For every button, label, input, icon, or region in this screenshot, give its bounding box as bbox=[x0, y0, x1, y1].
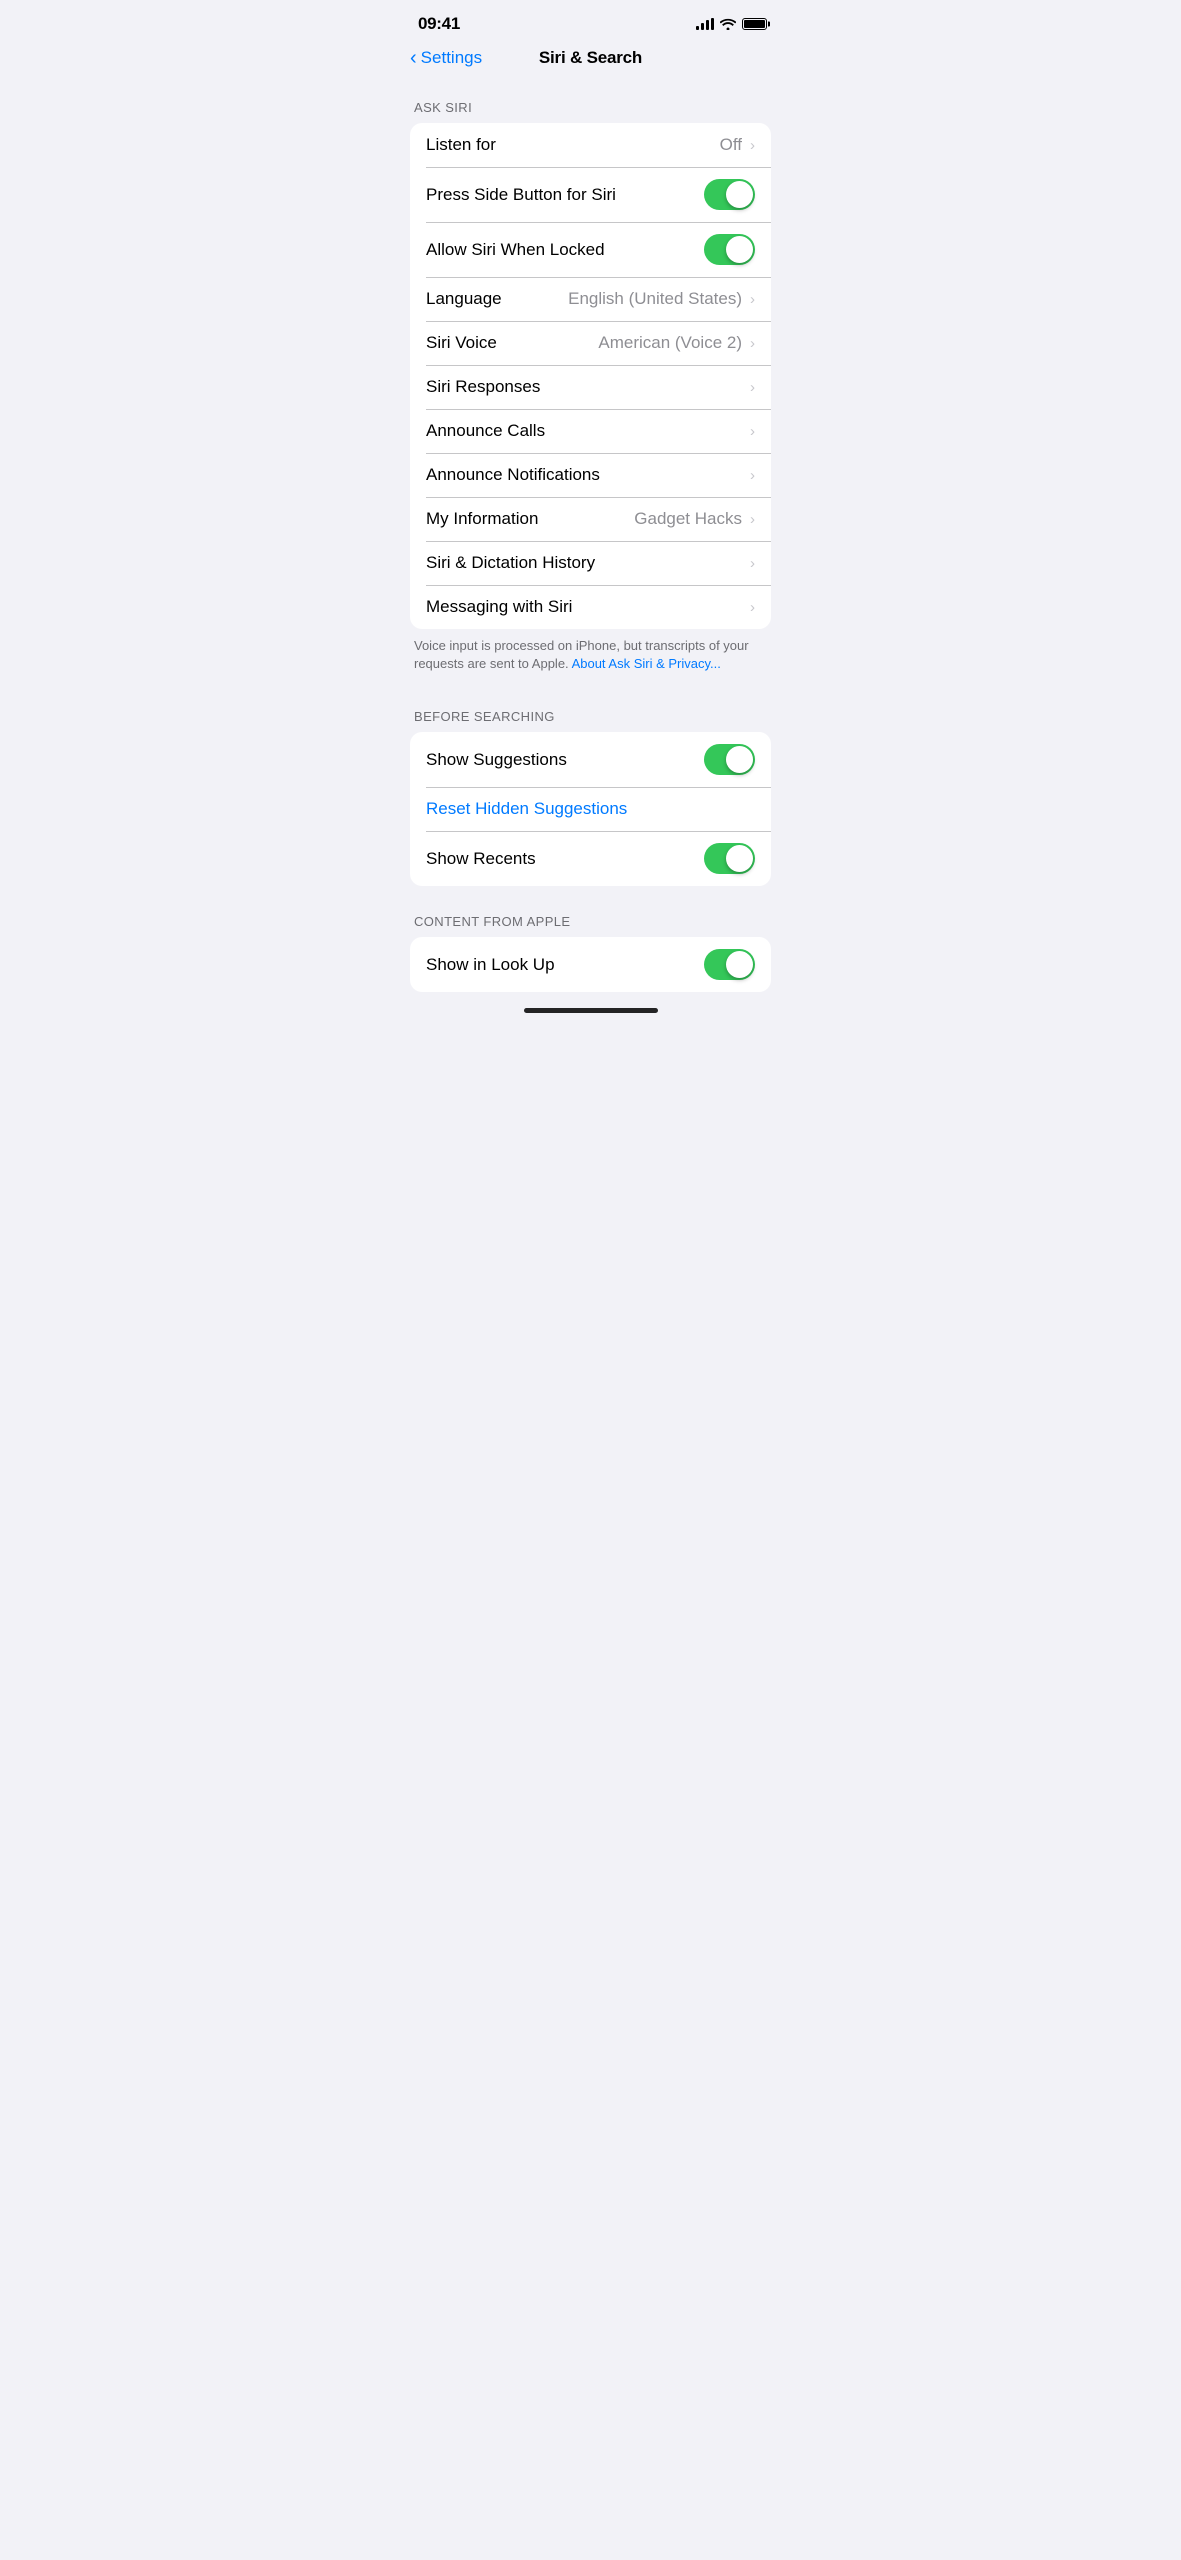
row-announce-calls[interactable]: Announce Calls › bbox=[410, 409, 771, 453]
toggle-show-suggestions[interactable] bbox=[704, 744, 755, 775]
row-listen-for-value: Off bbox=[720, 135, 742, 155]
page-title: Siri & Search bbox=[539, 48, 642, 68]
row-reset-hidden[interactable]: Reset Hidden Suggestions bbox=[410, 787, 771, 831]
toggle-show-look-up[interactable] bbox=[704, 949, 755, 980]
toggle-knob bbox=[726, 951, 753, 978]
chevron-icon: › bbox=[750, 467, 755, 484]
status-bar: 09:41 bbox=[394, 0, 787, 40]
section-label-content-from-apple: CONTENT FROM APPLE bbox=[394, 894, 787, 937]
section-label-before-searching: BEFORE SEARCHING bbox=[394, 689, 787, 732]
back-chevron-icon: ‹ bbox=[410, 48, 417, 68]
status-icons bbox=[696, 18, 767, 30]
chevron-icon: › bbox=[750, 335, 755, 352]
section-label-ask-siri: ASK SIRI bbox=[394, 80, 787, 123]
toggle-knob bbox=[726, 236, 753, 263]
reset-hidden-label: Reset Hidden Suggestions bbox=[426, 799, 627, 819]
chevron-icon: › bbox=[750, 511, 755, 528]
row-messaging-label: Messaging with Siri bbox=[426, 597, 748, 617]
row-listen-for-label: Listen for bbox=[426, 135, 720, 155]
nav-bar: ‹ Settings Siri & Search bbox=[394, 40, 787, 80]
toggle-show-recents[interactable] bbox=[704, 843, 755, 874]
row-show-look-up: Show in Look Up bbox=[410, 937, 771, 992]
ask-siri-card: Listen for Off › Press Side Button for S… bbox=[410, 123, 771, 629]
back-label: Settings bbox=[421, 48, 482, 68]
row-show-recents: Show Recents bbox=[410, 831, 771, 886]
row-siri-responses[interactable]: Siri Responses › bbox=[410, 365, 771, 409]
row-language-value: English (United States) bbox=[568, 289, 742, 309]
battery-icon bbox=[742, 18, 767, 30]
row-show-look-up-label: Show in Look Up bbox=[426, 955, 704, 975]
row-language-label: Language bbox=[426, 289, 568, 309]
row-my-information-label: My Information bbox=[426, 509, 634, 529]
row-my-information-value: Gadget Hacks bbox=[634, 509, 742, 529]
toggle-knob bbox=[726, 845, 753, 872]
row-press-side-label: Press Side Button for Siri bbox=[426, 185, 704, 205]
wifi-icon bbox=[720, 18, 736, 30]
toggle-knob bbox=[726, 746, 753, 773]
row-show-suggestions: Show Suggestions bbox=[410, 732, 771, 787]
row-siri-voice[interactable]: Siri Voice American (Voice 2) › bbox=[410, 321, 771, 365]
row-allow-locked-label: Allow Siri When Locked bbox=[426, 240, 704, 260]
row-siri-voice-value: American (Voice 2) bbox=[598, 333, 742, 353]
row-announce-notifications-label: Announce Notifications bbox=[426, 465, 748, 485]
row-show-suggestions-label: Show Suggestions bbox=[426, 750, 704, 770]
chevron-icon: › bbox=[750, 599, 755, 616]
row-siri-responses-label: Siri Responses bbox=[426, 377, 748, 397]
row-announce-notifications[interactable]: Announce Notifications › bbox=[410, 453, 771, 497]
back-button[interactable]: ‹ Settings bbox=[410, 48, 482, 68]
row-siri-dictation-label: Siri & Dictation History bbox=[426, 553, 748, 573]
before-searching-card: Show Suggestions Reset Hidden Suggestion… bbox=[410, 732, 771, 886]
row-announce-calls-label: Announce Calls bbox=[426, 421, 748, 441]
row-messaging[interactable]: Messaging with Siri › bbox=[410, 585, 771, 629]
toggle-press-side[interactable] bbox=[704, 179, 755, 210]
toggle-knob bbox=[726, 181, 753, 208]
home-indicator bbox=[524, 1008, 658, 1013]
chevron-icon: › bbox=[750, 555, 755, 572]
row-language[interactable]: Language English (United States) › bbox=[410, 277, 771, 321]
ask-siri-privacy-link[interactable]: About Ask Siri & Privacy... bbox=[572, 656, 721, 671]
row-listen-for[interactable]: Listen for Off › bbox=[410, 123, 771, 167]
status-time: 09:41 bbox=[418, 14, 460, 34]
content-from-apple-card: Show in Look Up bbox=[410, 937, 771, 992]
row-show-recents-label: Show Recents bbox=[426, 849, 704, 869]
chevron-icon: › bbox=[750, 379, 755, 396]
row-allow-locked: Allow Siri When Locked bbox=[410, 222, 771, 277]
row-siri-dictation[interactable]: Siri & Dictation History › bbox=[410, 541, 771, 585]
signal-icon bbox=[696, 18, 714, 30]
row-siri-voice-label: Siri Voice bbox=[426, 333, 598, 353]
row-my-information[interactable]: My Information Gadget Hacks › bbox=[410, 497, 771, 541]
chevron-icon: › bbox=[750, 137, 755, 154]
toggle-allow-locked[interactable] bbox=[704, 234, 755, 265]
chevron-icon: › bbox=[750, 291, 755, 308]
ask-siri-footer: Voice input is processed on iPhone, but … bbox=[394, 629, 787, 689]
chevron-icon: › bbox=[750, 423, 755, 440]
row-press-side: Press Side Button for Siri bbox=[410, 167, 771, 222]
